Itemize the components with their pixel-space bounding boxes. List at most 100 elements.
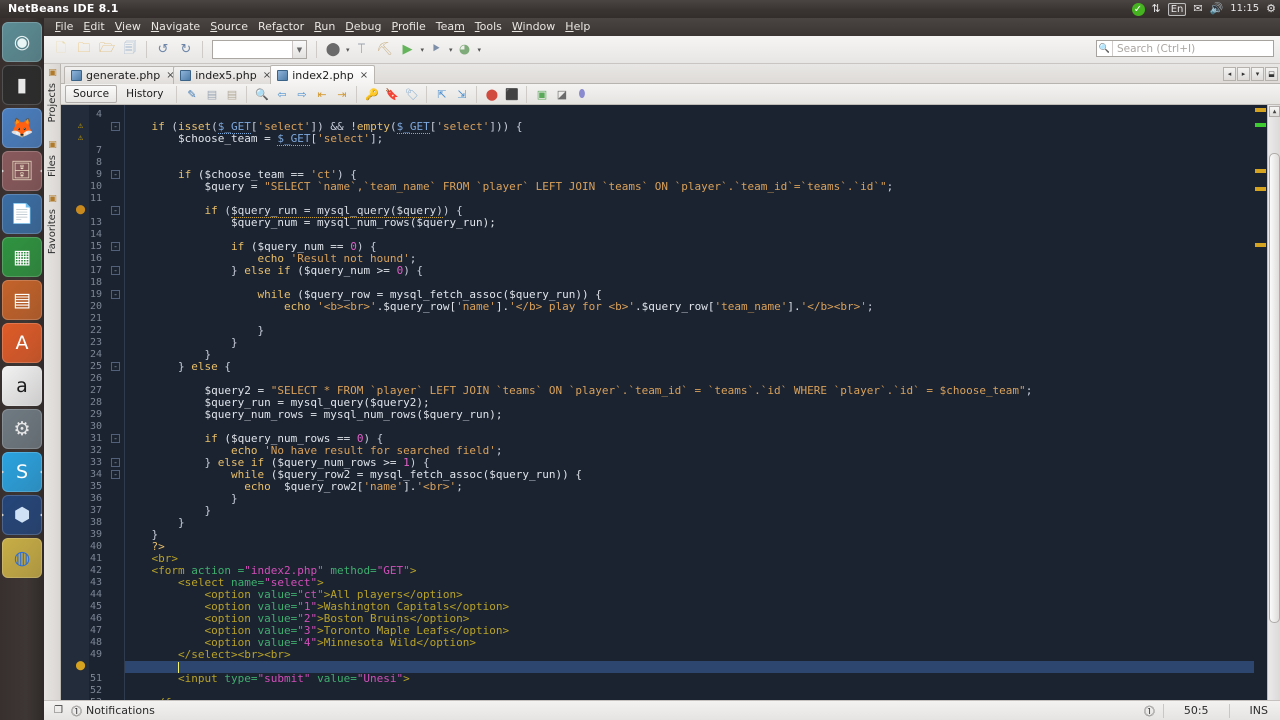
- tab-history[interactable]: History: [118, 85, 171, 103]
- shift-line-left-button[interactable]: ⇤: [312, 86, 331, 103]
- clock-label[interactable]: 11:15: [1230, 0, 1259, 18]
- previous-bookmark-button[interactable]: ⇦: [272, 86, 291, 103]
- code-folding-column[interactable]: [107, 105, 125, 712]
- comment-button[interactable]: ▣: [532, 86, 551, 103]
- vertical-scroll-thumb[interactable]: [1269, 153, 1280, 623]
- tab-source[interactable]: Source: [65, 85, 118, 103]
- ubuntu-software-icon[interactable]: A: [2, 323, 42, 363]
- terminal-icon[interactable]: ▮: [2, 65, 42, 105]
- fold-toggle[interactable]: -: [111, 470, 120, 479]
- clean-build-button[interactable]: ⟙: [351, 39, 373, 61]
- ubuntu-dash-icon[interactable]: ◉: [2, 22, 42, 62]
- speaker-icon[interactable]: 🔊: [1210, 0, 1224, 18]
- run-main-button[interactable]: ⛏: [374, 39, 396, 61]
- chevron-down-icon[interactable]: ▾: [346, 46, 350, 54]
- menu-debug[interactable]: Debug: [340, 18, 386, 36]
- amazon-icon[interactable]: a: [2, 366, 42, 406]
- error-stripe[interactable]: [1254, 105, 1267, 712]
- code-editor[interactable]: ⚠ ⚠ ⬤ ⬤ 4 7 8 9 10 11 13 14 15 16 17 18 19 20 21 22 23 24 25 2…: [61, 105, 1280, 712]
- skype-icon[interactable]: S: [2, 452, 42, 492]
- menu-run[interactable]: Run: [309, 18, 340, 36]
- new-project-button[interactable]: 🗀: [73, 39, 95, 61]
- close-icon[interactable]: ×: [360, 70, 368, 81]
- uncomment-button[interactable]: ◪: [552, 86, 571, 103]
- notifications-label[interactable]: Notifications: [86, 704, 155, 717]
- firefox-icon[interactable]: 🦊: [2, 108, 42, 148]
- open-project-button[interactable]: 🗁: [96, 39, 118, 61]
- session-gear-icon[interactable]: ⚙: [1266, 0, 1276, 18]
- envelope-icon[interactable]: ✉: [1193, 0, 1202, 18]
- editor-tab-generate-php[interactable]: generate.php ×: [64, 66, 182, 84]
- fold-toggle[interactable]: -: [111, 290, 120, 299]
- menu-profile[interactable]: Profile: [387, 18, 431, 36]
- menu-help[interactable]: Help: [560, 18, 595, 36]
- fold-toggle[interactable]: -: [111, 458, 120, 467]
- side-tab-favorites[interactable]: ▣ Favorites: [44, 194, 61, 259]
- editor-tab-index5-php[interactable]: index5.php ×: [173, 66, 279, 84]
- fold-toggle[interactable]: -: [111, 122, 120, 131]
- menu-source[interactable]: Source: [205, 18, 253, 36]
- build-project-button[interactable]: ⬤: [322, 39, 344, 61]
- system-settings-icon[interactable]: ⚙: [2, 409, 42, 449]
- menu-navigate[interactable]: Navigate: [146, 18, 205, 36]
- undo-button[interactable]: ↺: [152, 39, 174, 61]
- side-tab-files[interactable]: ▣ Files: [44, 140, 61, 182]
- tab-list-button[interactable]: ▾: [1251, 67, 1264, 81]
- fold-toggle[interactable]: -: [111, 266, 120, 275]
- back-history-button[interactable]: ▤: [222, 86, 241, 103]
- window-icon[interactable]: ❐: [54, 705, 63, 716]
- google-chrome-icon[interactable]: ◍: [2, 538, 42, 578]
- menu-file[interactable]: File: [50, 18, 78, 36]
- menu-window[interactable]: Window: [507, 18, 560, 36]
- error-stripe-mark[interactable]: [1255, 169, 1266, 173]
- tab-maximize-button[interactable]: ⬓: [1265, 67, 1278, 81]
- debug-project-button[interactable]: ⯈: [425, 39, 447, 61]
- previous-bookmark-2-button[interactable]: 🔖: [382, 86, 401, 103]
- error-stripe-mark[interactable]: [1255, 243, 1266, 247]
- refactor-preview-button[interactable]: ✎: [182, 86, 201, 103]
- libreoffice-writer-icon[interactable]: 📄: [2, 194, 42, 234]
- fold-toggle[interactable]: -: [111, 206, 120, 215]
- chevron-down-icon[interactable]: ▾: [449, 46, 453, 54]
- menu-tools[interactable]: Tools: [470, 18, 507, 36]
- next-bookmark-button[interactable]: ⇨: [292, 86, 311, 103]
- chevron-down-icon[interactable]: ▾: [421, 46, 425, 54]
- fold-toggle[interactable]: -: [111, 434, 120, 443]
- fold-toggle[interactable]: -: [111, 170, 120, 179]
- tab-scroll-left-button[interactable]: ◂: [1223, 67, 1236, 81]
- stop-button[interactable]: ⬛: [502, 86, 521, 103]
- next-error-button[interactable]: ⇲: [452, 86, 471, 103]
- files-icon[interactable]: 🗄: [2, 151, 42, 191]
- tab-scroll-right-button[interactable]: ▸: [1237, 67, 1250, 81]
- shift-line-right-button[interactable]: ⇥: [332, 86, 351, 103]
- next-bookmark-2-button[interactable]: 🏷: [402, 86, 421, 103]
- last-edit-button[interactable]: ▤: [202, 86, 221, 103]
- previous-error-button[interactable]: ⇱: [432, 86, 451, 103]
- save-all-button[interactable]: 🗐: [119, 39, 141, 61]
- libreoffice-calc-icon[interactable]: ▦: [2, 237, 42, 277]
- error-stripe-mark[interactable]: [1255, 123, 1266, 127]
- inspect-button[interactable]: ⬮: [572, 86, 591, 103]
- network-updown-icon[interactable]: ⇅: [1152, 0, 1161, 18]
- libreoffice-impress-icon[interactable]: ▤: [2, 280, 42, 320]
- find-selection-button[interactable]: 🔍: [252, 86, 271, 103]
- run-project-button[interactable]: ▶: [397, 39, 419, 61]
- toggle-breakpoint-button[interactable]: ⬤: [482, 86, 501, 103]
- search-input[interactable]: 🔍 Search (Ctrl+I): [1096, 40, 1274, 57]
- menu-view[interactable]: View: [110, 18, 146, 36]
- check-circle-icon[interactable]: ✓: [1131, 2, 1145, 16]
- editor-tab-index2-php[interactable]: index2.php ×: [270, 65, 376, 84]
- fold-toggle[interactable]: -: [111, 242, 120, 251]
- error-stripe-mark[interactable]: [1255, 108, 1266, 112]
- side-tab-projects[interactable]: ▣ Projects: [44, 68, 61, 127]
- redo-button[interactable]: ↻: [175, 39, 197, 61]
- error-stripe-mark[interactable]: [1255, 187, 1266, 191]
- menu-edit[interactable]: Edit: [78, 18, 109, 36]
- scroll-up-arrow[interactable]: ▲: [1269, 106, 1280, 117]
- chevron-down-icon[interactable]: ▾: [478, 46, 482, 54]
- profile-project-button[interactable]: ◕: [454, 39, 476, 61]
- keyboard-layout-indicator[interactable]: En: [1167, 2, 1187, 16]
- notification-icon[interactable]: ⓵: [71, 703, 82, 719]
- code-text-area[interactable]: if (isset($_GET['select']) && !empty($_G…: [125, 105, 1280, 712]
- toggle-bookmark-button[interactable]: 🔑: [362, 86, 381, 103]
